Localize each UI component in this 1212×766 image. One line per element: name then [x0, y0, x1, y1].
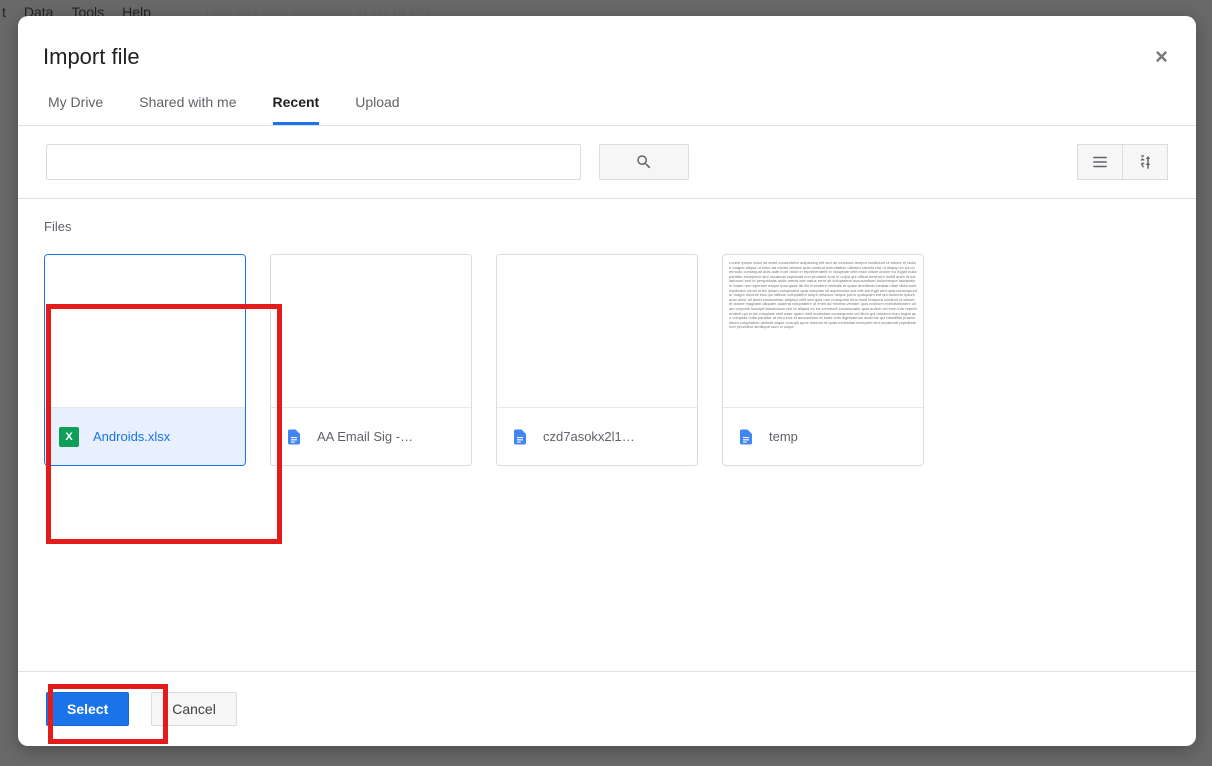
files-section-label: Files [44, 219, 1170, 234]
tab-shared-with-me[interactable]: Shared with me [139, 94, 236, 125]
picker-toolbar [18, 126, 1196, 199]
doc-icon [285, 426, 303, 448]
file-name: temp [769, 429, 798, 444]
file-name: Androids.xlsx [93, 429, 170, 444]
list-icon [1091, 153, 1109, 171]
doc-icon [737, 426, 755, 448]
search-input[interactable] [46, 144, 581, 180]
tab-recent[interactable]: Recent [273, 94, 320, 125]
dialog-title: Import file [43, 44, 140, 70]
search-icon [635, 153, 653, 171]
tab-upload[interactable]: Upload [355, 94, 399, 125]
sort-button[interactable] [1122, 144, 1168, 180]
file-card-androids[interactable]: X Androids.xlsx [44, 254, 246, 466]
file-name: czd7asokx2l1… [543, 429, 635, 444]
sort-az-icon [1136, 153, 1154, 171]
dialog-footer: Select Cancel [18, 671, 1196, 746]
file-card-czd7[interactable]: czd7asokx2l1… [496, 254, 698, 466]
select-button[interactable]: Select [46, 692, 129, 726]
file-preview [271, 255, 471, 407]
file-card-temp[interactable]: Lorem ipsum dolor sit amet consectetur a… [722, 254, 924, 466]
import-file-dialog: Import file × My Drive Shared with me Re… [18, 16, 1196, 746]
spreadsheet-icon: X [59, 427, 79, 447]
file-grid: X Androids.xlsx AA Email Sig -… czd7asok… [44, 254, 1170, 466]
close-icon[interactable]: × [1155, 44, 1168, 70]
file-preview: Lorem ipsum dolor sit amet consectetur a… [723, 255, 923, 407]
list-view-button[interactable] [1077, 144, 1123, 180]
file-name: AA Email Sig -… [317, 429, 413, 444]
source-tabs: My Drive Shared with me Recent Upload [18, 70, 1196, 126]
doc-icon [511, 426, 529, 448]
file-preview [497, 255, 697, 407]
search-button[interactable] [599, 144, 689, 180]
file-preview [45, 255, 245, 407]
file-card-aa-email[interactable]: AA Email Sig -… [270, 254, 472, 466]
cancel-button[interactable]: Cancel [151, 692, 237, 726]
tab-my-drive[interactable]: My Drive [48, 94, 103, 125]
